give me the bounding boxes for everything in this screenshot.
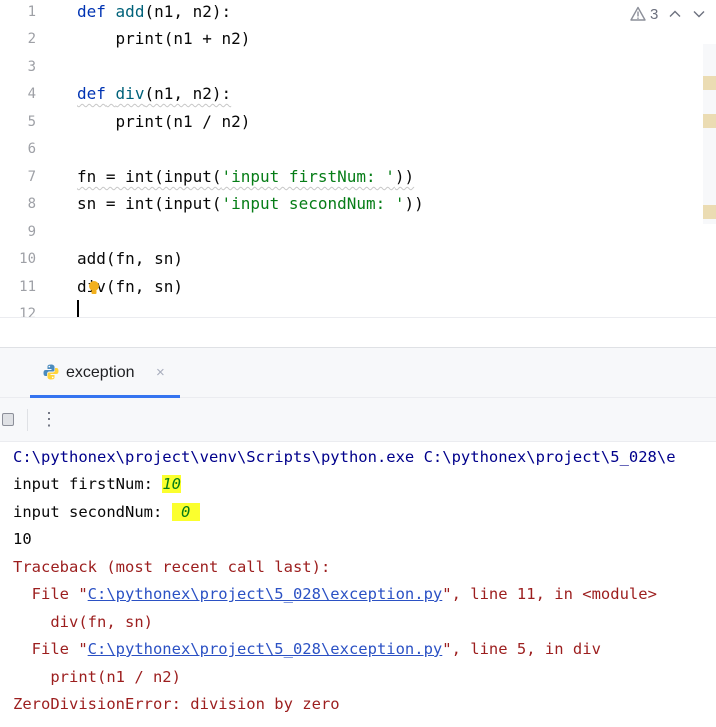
run-toolbar: ⋮ [0,398,716,442]
traceback-frame: File "C:\pythonex\project\5_028\exceptio… [13,583,657,605]
line-number: 5 [27,114,36,130]
text-caret [77,300,79,317]
stop-icon[interactable] [2,413,14,426]
code-line-2[interactable]: print(n1 + n2) [77,28,251,50]
code-line-5[interactable]: print(n1 / n2) [77,111,251,133]
chevron-up-icon[interactable] [668,7,682,21]
code-text: print(n1 + n2) [115,29,251,48]
line-number: 1 [27,4,36,20]
code-text: )) [404,194,424,213]
line-number: 6 [27,141,36,157]
error-message: ZeroDivisionError: division by zero [13,695,340,713]
code-text: (fn, sn) [105,277,183,296]
console-output[interactable]: C:\pythonex\project\venv\Scripts\python.… [0,442,716,727]
code-text: fn = int(input( [77,167,222,186]
bulb-icon[interactable] [88,281,100,295]
tab-exception[interactable]: exception × [30,348,180,398]
line-number: 12 [19,306,36,318]
line-number: 2 [27,31,36,47]
more-vertical-icon[interactable]: ⋮ [40,408,58,432]
keyword: def [77,2,106,21]
splitter[interactable] [0,318,716,348]
code-editor[interactable]: 1 2 3 4 5 6 7 8 9 10 11 12 def add(n1, n… [0,0,716,318]
line-number: 11 [19,279,36,295]
file-link[interactable]: C:\pythonex\project\5_028\exception.py [88,585,443,603]
traceback-code: div(fn, sn) [13,613,153,631]
console-prompt: input firstNum: [13,475,163,493]
console-command: C:\pythonex\project\venv\Scripts\python.… [13,448,676,466]
code-line-4[interactable]: def div(n1, n2): [77,83,231,105]
inspection-count: 3 [650,5,659,23]
code-text: d [77,277,87,296]
traceback-text: ", line 5, in div [442,640,601,658]
console-output-line: 10 [13,530,32,548]
line-number: 4 [27,86,36,102]
code-text: (n1, n2): [144,84,232,103]
traceback-frame: File "C:\pythonex\project\5_028\exceptio… [13,638,601,660]
inspection-widget[interactable]: 3 [630,4,706,24]
file-link[interactable]: C:\pythonex\project\5_028\exception.py [88,640,443,658]
scrollbar-marker[interactable] [703,114,716,128]
scrollbar-marker[interactable] [703,205,716,219]
run-tab-bar: exception × [0,348,716,398]
toolbar-separator [27,409,28,431]
user-input: 0 [171,503,200,521]
warning-icon [630,6,646,21]
code-line-1[interactable]: def add(n1, n2): [77,1,231,23]
scrollbar-marker[interactable] [703,76,716,90]
code-line-10[interactable]: add(fn, sn) [77,248,183,270]
string-literal: 'input firstNum: ' [221,167,395,186]
console-prompt: input secondNum: [13,503,172,521]
code-text: add(fn, sn) [77,249,183,268]
function-name: add [115,2,145,21]
user-input: 10 [162,475,181,493]
line-number: 3 [27,59,36,75]
traceback-code: print(n1 / n2) [13,668,181,686]
close-icon[interactable]: × [156,364,165,382]
code-line-7[interactable]: fn = int(input('input firstNum: ')) [77,166,414,188]
traceback-text: ", line 11, in <module> [442,585,657,603]
function-name: div [115,84,145,103]
code-text: )) [394,167,415,186]
code-text: (n1, n2): [144,2,232,21]
code-text: sn = int(input( [77,194,222,213]
editor-scrollbar[interactable] [703,44,716,224]
traceback-text: File " [13,585,88,603]
traceback-text: File " [13,640,88,658]
line-number: 7 [27,169,36,185]
line-number: 10 [19,251,36,267]
string-literal: 'input secondNum: ' [221,194,405,213]
tab-label: exception [66,364,135,381]
keyword: def [77,84,106,103]
chevron-down-icon[interactable] [692,7,706,21]
line-number-gutter: 1 2 3 4 5 6 7 8 9 10 11 12 [0,0,62,318]
traceback-header: Traceback (most recent call last): [13,558,331,576]
line-number: 9 [27,224,36,240]
code-text: print(n1 / n2) [115,112,251,131]
console-line-input2: input secondNum: 0 [13,501,200,523]
python-icon [43,364,59,380]
code-line-8[interactable]: sn = int(input('input secondNum: ')) [77,193,424,215]
console-line-input1: input firstNum: 10 [13,473,181,495]
line-number: 8 [27,196,36,212]
